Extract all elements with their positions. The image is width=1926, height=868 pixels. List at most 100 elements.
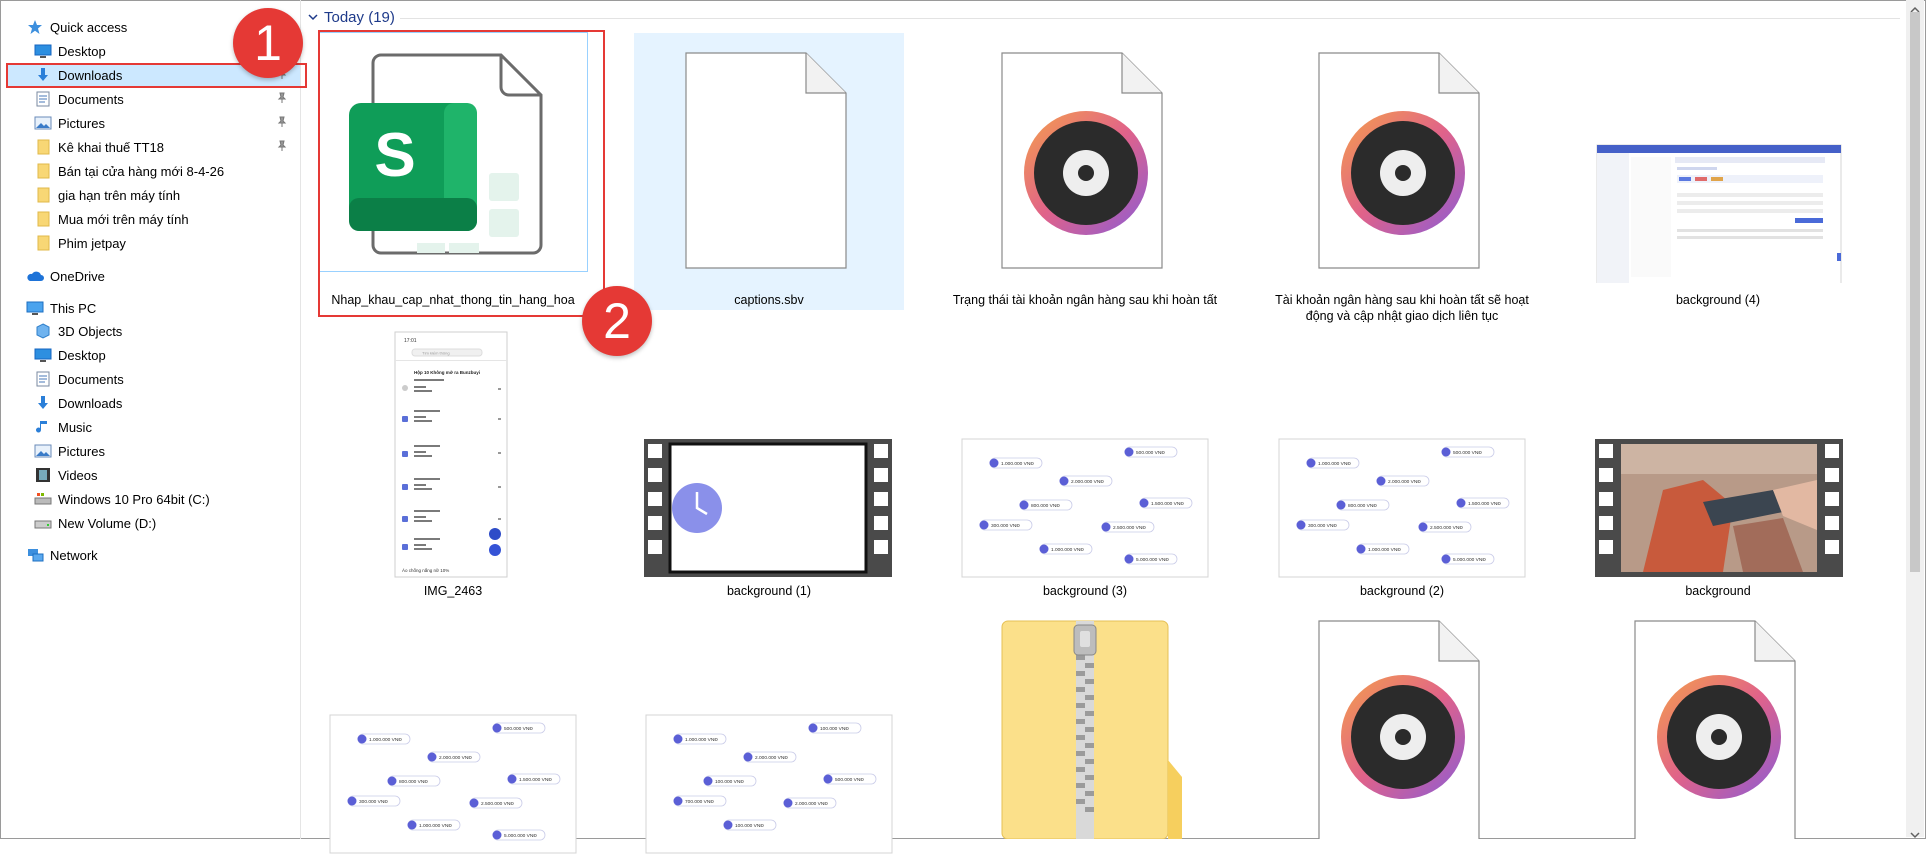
3d-objects-icon [34,322,52,340]
pin-icon[interactable] [276,92,290,106]
sidebar-item-pc-pictures[interactable]: Pictures [34,440,105,462]
document-icon [34,370,52,388]
price-tag-text: 1.000.000 VNĐ [419,823,452,829]
file-tile-media-2[interactable]: Tài khoản ngân hàng sau khi hoàn tất sẽ … [1267,33,1537,333]
phone-footer: Áo chống nắng nữ 10% [402,567,449,573]
price-tags-thumbnail: 1.000.000 VNĐ 100.000 VNĐ 2.000.000 VNĐ 500… [634,615,904,854]
sidebar-item-documents[interactable]: Documents [34,88,300,110]
file-tile-media-3[interactable] [1267,615,1537,842]
price-tags-thumbnail: 1.000.000 VNĐ 500.000 VNĐ 2.000.000 VNĐ 800… [1267,330,1537,580]
price-tag-text: 5.000.000 VNĐ [504,833,537,839]
file-name: background [1685,584,1751,598]
sidebar-item-pictures[interactable]: Pictures [34,112,300,134]
media-file-icon [1583,615,1853,842]
price-tag: 300.000 VNĐ [1296,519,1350,531]
price-tag-text: 700.000 VNĐ [685,799,714,805]
music-icon [34,418,52,436]
scroll-down-arrow-icon[interactable] [1910,827,1920,839]
file-name: background (3) [1042,584,1128,598]
nav-onedrive[interactable]: OneDrive [26,265,105,287]
sidebar-item-music[interactable]: Music [34,416,92,438]
price-tag-text: 1.500.000 VNĐ [1151,501,1184,507]
price-tag-text: 800.000 VNĐ [1031,503,1060,509]
price-tag-text: 800.000 VNĐ [1348,503,1377,509]
file-tile-price-tags-2[interactable]: 1.000.000 VNĐ 100.000 VNĐ 2.000.000 VNĐ 500… [634,615,904,854]
price-tag: 500.000 VNĐ [1441,446,1495,458]
price-tag-text: 1.000.000 VNĐ [369,737,402,743]
blank-file-icon [634,33,904,283]
sidebar-item-drive-c[interactable]: Windows 10 Pro 64bit (C:) [34,488,210,510]
annotation-badge-1: 1 [233,8,303,78]
nav-network[interactable]: Network [26,544,98,566]
sidebar-item-drive-d[interactable]: New Volume (D:) [34,512,156,534]
sidebar-item-folder-ban-tai[interactable]: Bán tại cửa hàng mới 8-4-26 [34,160,300,182]
sidebar-item-3d-objects[interactable]: 3D Objects [34,320,122,342]
file-name: background (2) [1359,584,1445,598]
nav-this-pc[interactable]: This PC [26,297,96,319]
nav-quick-access[interactable]: Quick access [26,16,127,38]
scroll-up-arrow-icon[interactable] [1910,2,1920,13]
sidebar-item-pc-desktop[interactable]: Desktop [34,344,106,366]
price-tags-thumbnail: 1.000.000 VNĐ 500.000 VNĐ 2.000.000 VNĐ 800… [318,615,588,854]
file-tile-price-tags-1[interactable]: 1.000.000 VNĐ 500.000 VNĐ 2.000.000 VNĐ 800… [318,615,588,854]
pin-icon[interactable] [276,116,290,130]
file-tile-background-4[interactable]: background (4) [1583,33,1853,313]
navigation-pane: Quick access Desktop Downloads Documents… [0,0,301,839]
price-tag: 2.500.000 VNĐ [469,797,523,809]
price-tag: 800.000 VNĐ [1019,499,1073,511]
folder-icon [34,138,52,156]
sidebar-item-videos[interactable]: Videos [34,464,98,486]
file-tile-media-1[interactable]: Trạng thái tài khoản ngân hàng sau khi h… [950,33,1220,333]
price-tag-text: 5.000.000 VNĐ [1136,557,1169,563]
price-tag-text: 300.000 VNĐ [991,523,1020,529]
file-tile-background-3[interactable]: 1.000.000 VNĐ 500.000 VNĐ 2.000.000 VNĐ 800… [950,330,1220,600]
media-file-icon [950,33,1220,283]
price-tag: 500.000 VNĐ [823,773,877,785]
price-tags-thumbnail: 1.000.000 VNĐ 500.000 VNĐ 2.000.000 VNĐ 800… [950,330,1220,580]
file-tile-background-2[interactable]: 1.000.000 VNĐ 500.000 VNĐ 2.000.000 VNĐ 800… [1267,330,1537,600]
price-tag-text: 500.000 VNĐ [504,726,533,732]
file-tile-background-1[interactable]: background (1) [634,330,904,600]
price-tag: 1.000.000 VNĐ [357,733,411,745]
pin-icon[interactable] [276,140,290,154]
sidebar-item-folder-tt18[interactable]: Kê khai thuế TT18 [34,136,300,158]
sidebar-item-folder-mua-moi[interactable]: Mua mới trên máy tính [34,208,300,230]
scroll-thumb[interactable] [1910,12,1920,572]
price-tag: 2.000.000 VNĐ [783,797,837,809]
phone-time: 17:01 [404,338,417,344]
price-tag-text: 800.000 VNĐ [399,779,428,785]
price-tag: 1.000.000 VNĐ [1306,457,1360,469]
price-tag: 700.000 VNĐ [673,795,727,807]
price-tag: 5.000.000 VNĐ [1124,553,1178,565]
price-tag: 100.000 VNĐ [703,775,757,787]
file-tile-img-2463[interactable]: 17:01 Tìm kiếm thông Hộp 10 Không mở ra … [318,330,588,600]
group-header-today[interactable]: Today (19) [308,6,395,28]
folder-icon [34,186,52,204]
price-tag-text: 2.000.000 VNĐ [1388,479,1421,485]
sidebar-item-pc-documents[interactable]: Documents [34,368,124,390]
screenshot-thumbnail [1583,33,1853,286]
sidebar-item-folder-gia-han[interactable]: gia hạn trên máy tính [34,184,300,206]
vertical-scrollbar[interactable] [1906,0,1924,839]
annotation-box-spreadsheet [318,30,605,317]
download-icon [34,394,52,412]
file-tile-media-4[interactable] [1583,615,1853,842]
sidebar-item-folder-phim-jetpay[interactable]: Phim jetpay [34,232,300,254]
network-icon [26,546,44,564]
media-file-icon [1267,615,1537,842]
sidebar-item-pc-downloads[interactable]: Downloads [34,392,122,414]
file-tile-captions[interactable]: captions.sbv [634,33,904,310]
price-tag-text: 5.000.000 VNĐ [1453,557,1486,563]
price-tag: 1.000.000 VNĐ [407,819,461,831]
phone-search-text: Tìm kiếm thông [422,351,450,356]
price-tag: 2.000.000 VNĐ [1059,475,1113,487]
file-tile-background[interactable]: background [1583,330,1853,600]
price-tag-text: 300.000 VNĐ [359,799,388,805]
price-tag: 500.000 VNĐ [1124,446,1178,458]
price-tag: 2.000.000 VNĐ [743,751,797,763]
price-tag: 300.000 VNĐ [347,795,401,807]
file-tile-zip[interactable] [950,615,1220,840]
video-payment-thumbnail [1583,330,1853,580]
phone-screenshot-thumbnail: 17:01 Tìm kiếm thông Hộp 10 Không mở ra … [318,330,588,580]
price-tag-text: 2.000.000 VNĐ [1071,479,1104,485]
